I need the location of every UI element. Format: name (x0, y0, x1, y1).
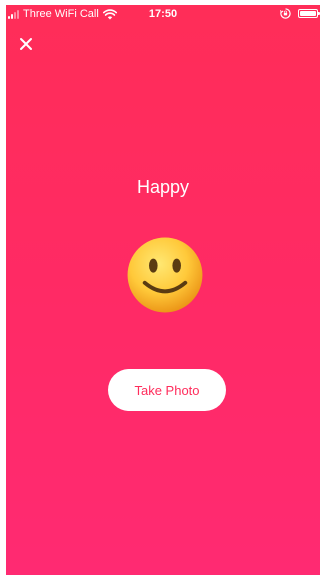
clock: 17:50 (148, 8, 178, 20)
status-right (280, 8, 320, 19)
mood-label: Happy (136, 177, 190, 197)
battery-level (300, 11, 316, 16)
close-icon[interactable] (18, 36, 34, 52)
battery-icon (298, 9, 320, 18)
rotation-lock-icon (280, 8, 291, 19)
take-photo-button[interactable]: Take Photo (108, 369, 226, 411)
status-bar: Three WiFi Call 17:50 (6, 5, 320, 23)
screen: Three WiFi Call 17:50 Happy Take Photo (6, 5, 320, 575)
smiling-face-emoji (127, 237, 203, 313)
